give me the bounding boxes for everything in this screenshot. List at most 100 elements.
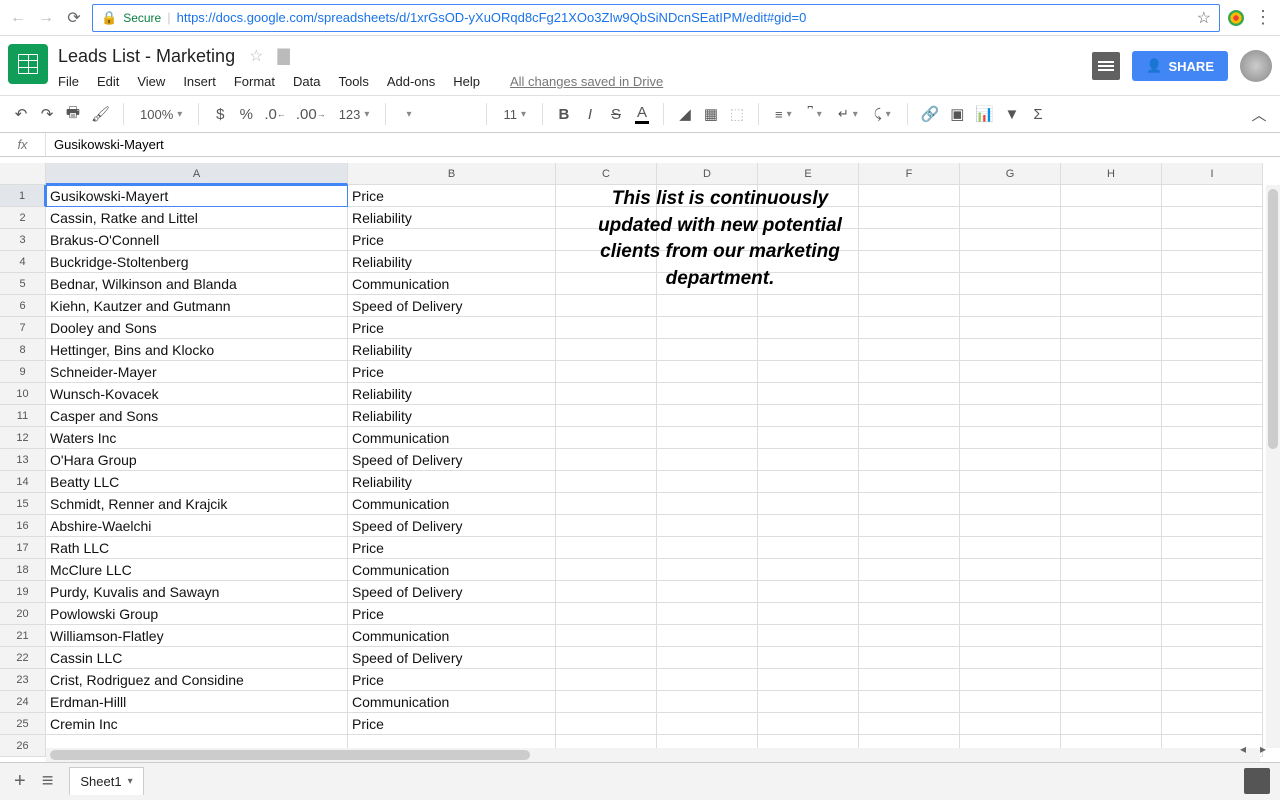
cell[interactable] — [657, 273, 758, 295]
zoom-select[interactable]: 100%▾ — [134, 101, 188, 127]
row-header[interactable]: 10 — [0, 383, 46, 405]
cell[interactable] — [657, 361, 758, 383]
cell[interactable] — [758, 427, 859, 449]
cell[interactable] — [556, 691, 657, 713]
cell[interactable] — [1162, 515, 1263, 537]
cell[interactable] — [758, 581, 859, 603]
cell[interactable] — [859, 317, 960, 339]
row-header[interactable]: 14 — [0, 471, 46, 493]
cell[interactable] — [1162, 427, 1263, 449]
cell[interactable] — [556, 273, 657, 295]
percent-button[interactable]: % — [235, 101, 257, 127]
row-header[interactable]: 25 — [0, 713, 46, 735]
scroll-left-button[interactable]: ◂ — [1236, 742, 1250, 756]
cell[interactable]: McClure LLC — [46, 559, 348, 581]
cell[interactable]: Communication — [348, 625, 556, 647]
cell[interactable] — [859, 581, 960, 603]
row-header[interactable]: 15 — [0, 493, 46, 515]
row-header[interactable]: 16 — [0, 515, 46, 537]
column-header-F[interactable]: F — [859, 163, 960, 185]
cell[interactable] — [657, 493, 758, 515]
cell[interactable]: Communication — [348, 559, 556, 581]
cell[interactable] — [1061, 405, 1162, 427]
cell[interactable]: Reliability — [348, 471, 556, 493]
sheets-logo-icon[interactable] — [8, 44, 48, 84]
cell[interactable] — [960, 405, 1061, 427]
row-header[interactable]: 2 — [0, 207, 46, 229]
cell[interactable] — [758, 251, 859, 273]
cell[interactable] — [859, 207, 960, 229]
cell[interactable] — [859, 515, 960, 537]
cell[interactable] — [960, 647, 1061, 669]
insert-comment-button[interactable]: ▣ — [946, 101, 968, 127]
cell[interactable] — [960, 383, 1061, 405]
cell[interactable] — [556, 383, 657, 405]
cell[interactable] — [657, 471, 758, 493]
cell[interactable] — [960, 361, 1061, 383]
cell[interactable] — [1061, 515, 1162, 537]
cell[interactable]: Casper and Sons — [46, 405, 348, 427]
cell[interactable] — [960, 229, 1061, 251]
cell[interactable]: Price — [348, 537, 556, 559]
row-header[interactable]: 18 — [0, 559, 46, 581]
cell[interactable] — [1162, 449, 1263, 471]
cell[interactable] — [859, 669, 960, 691]
horizontal-scrollbar[interactable] — [46, 748, 1260, 762]
cell[interactable] — [859, 295, 960, 317]
cell[interactable] — [758, 559, 859, 581]
cell[interactable] — [1162, 691, 1263, 713]
move-folder-icon[interactable]: ▇ — [277, 46, 289, 66]
cell[interactable] — [859, 713, 960, 735]
cell[interactable]: Rath LLC — [46, 537, 348, 559]
cell[interactable] — [1162, 713, 1263, 735]
cell[interactable] — [1162, 229, 1263, 251]
all-sheets-button[interactable]: ≡ — [42, 770, 54, 793]
cell[interactable] — [1061, 383, 1162, 405]
cell[interactable]: Beatty LLC — [46, 471, 348, 493]
row-header[interactable]: 19 — [0, 581, 46, 603]
row-header[interactable]: 9 — [0, 361, 46, 383]
cell[interactable] — [657, 647, 758, 669]
cell[interactable] — [556, 207, 657, 229]
reload-button[interactable]: ⟳ — [64, 8, 84, 28]
cell[interactable]: Cassin, Ratke and Littel — [46, 207, 348, 229]
paint-format-button[interactable]: 🖌 — [88, 101, 113, 127]
print-button[interactable]: 🖶 — [62, 101, 84, 127]
cell[interactable] — [1061, 625, 1162, 647]
cell[interactable] — [657, 207, 758, 229]
menu-insert[interactable]: Insert — [183, 74, 216, 89]
row-header[interactable]: 6 — [0, 295, 46, 317]
cell[interactable] — [556, 185, 657, 207]
cell[interactable] — [556, 647, 657, 669]
cell[interactable]: Crist, Rodriguez and Considine — [46, 669, 348, 691]
cell[interactable] — [1061, 493, 1162, 515]
cell[interactable] — [960, 669, 1061, 691]
cell[interactable] — [1162, 207, 1263, 229]
cell[interactable]: Speed of Delivery — [348, 295, 556, 317]
menu-view[interactable]: View — [137, 74, 165, 89]
cell[interactable] — [960, 515, 1061, 537]
cell[interactable] — [556, 229, 657, 251]
cell[interactable] — [960, 493, 1061, 515]
borders-button[interactable]: ▦ — [700, 101, 722, 127]
column-header-H[interactable]: H — [1061, 163, 1162, 185]
cell[interactable] — [657, 691, 758, 713]
cell[interactable] — [556, 669, 657, 691]
sheet-tab-menu-icon[interactable]: ▾ — [128, 776, 133, 787]
cell[interactable] — [1162, 603, 1263, 625]
cell[interactable] — [556, 713, 657, 735]
cell[interactable]: Waters Inc — [46, 427, 348, 449]
cell[interactable]: Speed of Delivery — [348, 515, 556, 537]
menu-file[interactable]: File — [58, 74, 79, 89]
v-align-select[interactable]: ⎴▾ — [802, 101, 828, 127]
cell[interactable] — [758, 625, 859, 647]
cell[interactable] — [758, 339, 859, 361]
cell[interactable] — [556, 361, 657, 383]
cell[interactable] — [1061, 559, 1162, 581]
cell[interactable] — [960, 713, 1061, 735]
row-header[interactable]: 22 — [0, 647, 46, 669]
account-avatar[interactable] — [1240, 50, 1272, 82]
vertical-scrollbar[interactable] — [1266, 185, 1280, 748]
cell[interactable] — [960, 625, 1061, 647]
cell[interactable] — [758, 647, 859, 669]
